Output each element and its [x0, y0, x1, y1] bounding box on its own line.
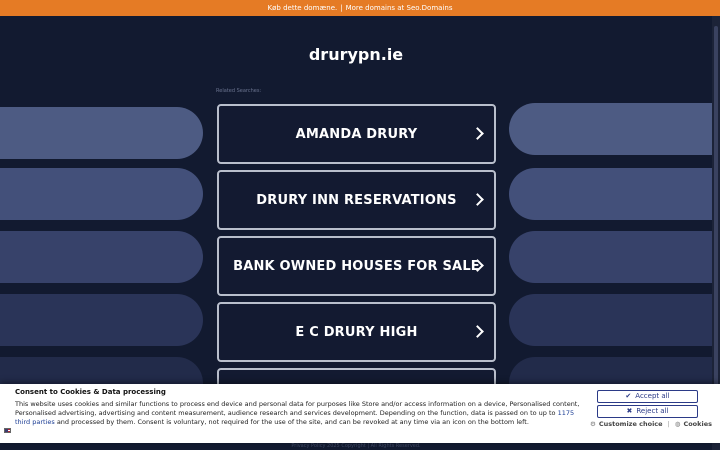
close-icon: ✖	[626, 407, 633, 415]
related-search-label: DRURY INN RESERVATIONS	[256, 192, 457, 208]
accept-all-label: Accept all	[635, 392, 670, 400]
decor-pill-right	[509, 294, 712, 346]
related-search-label: AMANDA DRURY	[295, 126, 418, 142]
decor-pill-right	[509, 103, 712, 155]
consent-text: This website uses cookies and similar fu…	[15, 400, 580, 417]
decor-pill-right	[509, 231, 712, 283]
related-searches-label: Related Searches:	[216, 88, 262, 94]
chevron-right-icon	[471, 193, 484, 206]
footer-links: Privacy Policy 2025 Copyright | All Righ…	[291, 443, 421, 449]
chevron-right-icon	[471, 325, 484, 338]
consent-links: ⚙ Customize choice | ◍ Cookies	[590, 420, 712, 428]
reject-all-label: Reject all	[636, 407, 669, 415]
customize-choice-link[interactable]: Customize choice	[599, 420, 663, 428]
related-search-button[interactable]: AMANDA DRURY	[217, 104, 496, 164]
decor-pill-left	[0, 168, 203, 220]
related-search-button[interactable]: DRURY INN RESERVATIONS	[217, 170, 496, 230]
cookie-icon: ◍	[674, 420, 681, 428]
accept-all-button[interactable]: ✔ Accept all	[597, 390, 698, 403]
language-flag-icon[interactable]	[4, 428, 11, 433]
chevron-right-icon	[471, 127, 484, 140]
related-search-button[interactable]: BANK OWNED HOUSES FOR SALE	[217, 236, 496, 296]
domain-sale-banner: Køb dette domæne. | More domains at Seo.Do…	[0, 0, 720, 16]
decor-pill-left	[0, 294, 203, 346]
buy-domain-link[interactable]: Køb dette domæne.	[268, 4, 338, 12]
consent-title: Consent to Cookies & Data processing	[15, 388, 166, 396]
reject-all-button[interactable]: ✖ Reject all	[597, 405, 698, 418]
related-search-label: E C DRURY HIGH	[295, 324, 418, 340]
decor-pill-left	[0, 107, 203, 159]
check-icon: ✔	[625, 392, 632, 400]
domain-title: drurypn.ie	[308, 45, 404, 64]
consent-description: This website uses cookies and similar fu…	[15, 400, 583, 427]
more-domains-link[interactable]: More domains at Seo.Domains	[346, 4, 453, 12]
related-search-label: BANK OWNED HOUSES FOR SALE	[233, 258, 480, 274]
consent-text: and processed by them. Consent is volunt…	[54, 418, 529, 426]
link-separator: |	[667, 420, 670, 428]
banner-separator: |	[340, 4, 343, 12]
decor-pill-right	[509, 168, 712, 220]
cookie-consent-banner: Consent to Cookies & Data processing Thi…	[0, 384, 720, 443]
gear-icon: ⚙	[590, 420, 596, 428]
cookies-link[interactable]: Cookies	[683, 420, 712, 428]
decor-pill-left	[0, 231, 203, 283]
scrollbar-thumb[interactable]	[714, 26, 718, 396]
related-search-button[interactable]: E C DRURY HIGH	[217, 302, 496, 362]
